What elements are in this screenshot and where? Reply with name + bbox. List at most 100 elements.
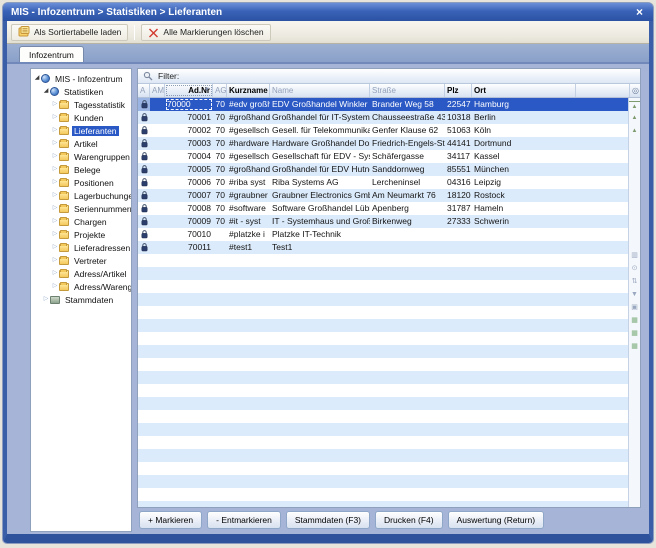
column-header-ad_nr[interactable]: Ad.Nr▼	[165, 84, 213, 97]
tree-item-belege[interactable]: ▷Belege	[31, 163, 131, 176]
expand-icon[interactable]: ▷	[51, 124, 59, 137]
cell-plz: 34117	[445, 150, 472, 163]
scroll-up-icon[interactable]: ▲	[629, 113, 640, 124]
load-sort-table-button[interactable]: Als Sortiertabelle laden	[11, 24, 128, 41]
column-header-am[interactable]: AM	[150, 84, 165, 97]
cell-kurzname	[227, 436, 270, 449]
lock-icon	[141, 217, 148, 226]
expand-icon[interactable]: ▷	[51, 267, 59, 280]
cell-a	[138, 150, 150, 163]
scroll-first-icon[interactable]: ▲	[629, 101, 640, 113]
cell-kurzname	[227, 501, 270, 507]
table-row[interactable]: 7000470#gesellschGesellschaft für EDV - …	[138, 150, 630, 163]
expand-icon[interactable]: ▷	[51, 189, 59, 202]
column-header-a[interactable]: A	[138, 84, 150, 97]
expand-icon[interactable]: ▷	[51, 150, 59, 163]
column-header-ort[interactable]: Ort	[472, 84, 576, 97]
expand-icon[interactable]: ▷	[51, 228, 59, 241]
expand-icon[interactable]: ▷	[51, 202, 59, 215]
sort-icon[interactable]: ⇅	[629, 276, 640, 287]
cell-strasse: Lercheninsel	[370, 176, 445, 189]
column-header-plz[interactable]: Plz	[445, 84, 472, 97]
column-header-filler[interactable]	[576, 84, 630, 97]
cell-am	[150, 410, 165, 423]
tree-item-seriennummern[interactable]: ▷Seriennummern	[31, 202, 131, 215]
cell-plz: 27333	[445, 215, 472, 228]
tree-item-statistiken[interactable]: ◢Statistiken	[31, 85, 131, 98]
tree-item-chargen[interactable]: ▷Chargen	[31, 215, 131, 228]
stammdaten-f3-button[interactable]: Stammdaten (F3)	[286, 511, 370, 529]
column-chooser-icon[interactable]: ◎	[630, 84, 641, 97]
scroll-prev-icon[interactable]: ▲	[629, 126, 640, 137]
tree-item-projekte[interactable]: ▷Projekte	[31, 228, 131, 241]
table-row-empty	[138, 267, 630, 280]
table-row[interactable]: 70011#test1Test1	[138, 241, 630, 254]
expand-icon[interactable]: ▷	[51, 137, 59, 150]
expand-icon[interactable]: ▷	[51, 176, 59, 189]
tree-item-vertreter[interactable]: ▷Vertreter	[31, 254, 131, 267]
select-cells-icon[interactable]: ▣	[629, 302, 640, 313]
tree-item-tagesstatistik[interactable]: ▷Tagesstatistik	[31, 98, 131, 111]
table-row[interactable]: 7000870#softwareSoftware Großhandel Lübk…	[138, 202, 630, 215]
cell-name	[270, 267, 370, 280]
cell-ad_nr	[165, 306, 213, 319]
table-row[interactable]: 7000670#riba systRiba Systems AGLercheni…	[138, 176, 630, 189]
table-icon[interactable]: ▦	[629, 341, 640, 352]
tree-item-stammdaten[interactable]: ▷Stammdaten	[31, 293, 131, 306]
table-row[interactable]: 70010#platzke iPlatzke IT-Technik	[138, 228, 630, 241]
table-row[interactable]: 7000270#gesellschGesell. für Telekommuni…	[138, 124, 630, 137]
cell-ag	[213, 436, 227, 449]
expand-icon[interactable]: ▷	[42, 293, 50, 306]
collapse-icon[interactable]: ◢	[42, 85, 50, 98]
tree-item-mis-infozentrum[interactable]: ◢MIS - Infozentrum	[31, 72, 131, 85]
tree-item-adress-artikel[interactable]: ▷Adress/Artikel	[31, 267, 131, 280]
tree-item-adress-warengruppen[interactable]: ▷Adress/Warengruppen	[31, 280, 131, 293]
drucken-f4-button[interactable]: Drucken (F4)	[375, 511, 443, 529]
table-row[interactable]: 7000770#graubnerGraubner Electronics Gmb…	[138, 189, 630, 202]
auswertung-return-button[interactable]: Auswertung (Return)	[448, 511, 544, 529]
cell-plz: 51063	[445, 124, 472, 137]
table-row[interactable]: 7000170#großhandeGroßhandel für IT-Syste…	[138, 111, 630, 124]
expand-icon[interactable]: ▷	[51, 241, 59, 254]
entmarkieren-button[interactable]: - Entmarkieren	[207, 511, 281, 529]
table-row-empty	[138, 332, 630, 345]
expand-icon[interactable]: ▷	[51, 163, 59, 176]
table-row[interactable]: 7000570#großhandeGroßhandel für EDV Hutn…	[138, 163, 630, 176]
cell-name: EDV Großhandel Winkler GmbH	[270, 98, 370, 111]
tree-item-lieferadressen[interactable]: ▷Lieferadressen	[31, 241, 131, 254]
tab-infozentrum[interactable]: Infozentrum	[19, 46, 84, 62]
filter-icon[interactable]: ▼	[629, 289, 640, 300]
search-icon[interactable]: ⊙	[629, 263, 640, 274]
expand-icon[interactable]: ▷	[51, 254, 59, 267]
table-icon[interactable]: ▦	[629, 328, 640, 339]
column-header-strasse[interactable]: Straße	[370, 84, 445, 97]
column-header-name[interactable]: Name	[270, 84, 370, 97]
clear-marks-button[interactable]: Alle Markierungen löschen	[141, 24, 270, 41]
columns-icon[interactable]: ▥	[629, 250, 640, 261]
filter-bar[interactable]: Filter:	[138, 69, 640, 84]
cell-kurzname	[227, 358, 270, 371]
cell-ad_nr	[165, 462, 213, 475]
expand-icon[interactable]: ▷	[51, 111, 59, 124]
markieren-button[interactable]: + Markieren	[139, 511, 202, 529]
tree-item-positionen[interactable]: ▷Positionen	[31, 176, 131, 189]
close-icon[interactable]: ×	[634, 5, 645, 19]
column-header-kurzname[interactable]: Kurzname	[227, 84, 270, 97]
expand-icon[interactable]: ▷	[51, 280, 59, 293]
tree-item-lieferanten[interactable]: ▷Lieferanten	[31, 124, 131, 137]
table-row[interactable]: 7000070#edv großhEDV Großhandel Winkler …	[138, 98, 630, 111]
content-area: ◢MIS - Infozentrum◢Statistiken▷Tagesstat…	[3, 62, 653, 543]
tree-item-kunden[interactable]: ▷Kunden	[31, 111, 131, 124]
tree-item-lagerbuchungen[interactable]: ▷Lagerbuchungen	[31, 189, 131, 202]
tree-item-artikel[interactable]: ▷Artikel	[31, 137, 131, 150]
window-titlebar[interactable]: MIS - Infozentrum > Statistiken > Liefer…	[3, 3, 653, 21]
table-row[interactable]: 7000970#it - systIT - Systemhaus und Gro…	[138, 215, 630, 228]
expand-icon[interactable]: ▷	[51, 215, 59, 228]
tree-item-warengruppen[interactable]: ▷Warengruppen	[31, 150, 131, 163]
cell-ag	[213, 332, 227, 345]
column-header-ag[interactable]: AG	[213, 84, 227, 97]
expand-icon[interactable]: ▷	[51, 98, 59, 111]
table-row[interactable]: 7000370#hardwareHardware Großhandel Dort…	[138, 137, 630, 150]
collapse-icon[interactable]: ◢	[33, 72, 41, 85]
table-icon[interactable]: ▦	[629, 315, 640, 326]
